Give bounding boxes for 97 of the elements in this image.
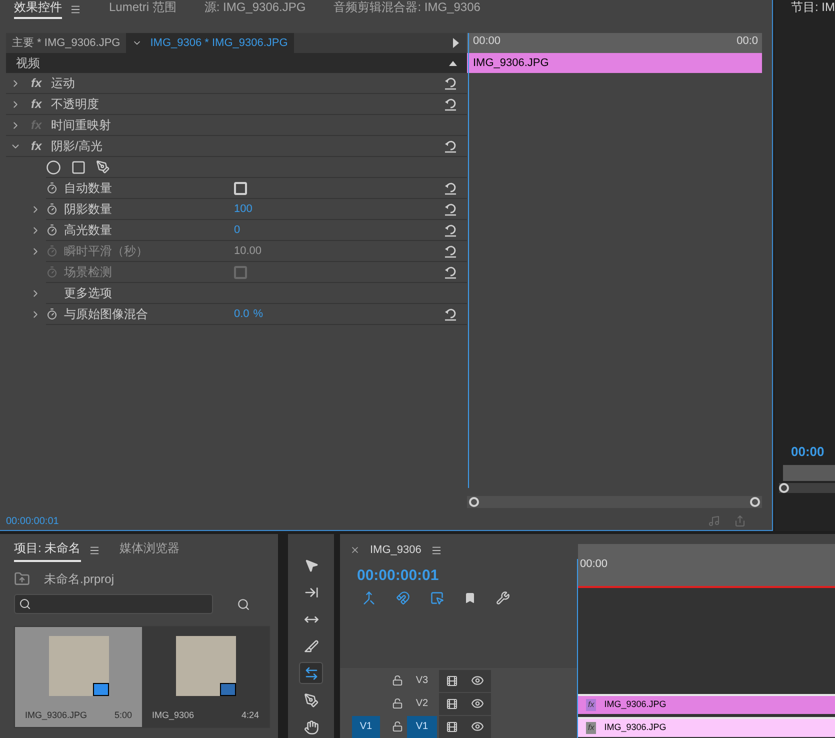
pen-mask-icon[interactable] bbox=[96, 160, 110, 174]
effect-label: 运动 bbox=[51, 75, 76, 92]
search-bin-icon[interactable] bbox=[237, 598, 250, 610]
clip-name: IMG_9306.JPG bbox=[604, 720, 666, 734]
menu-icon[interactable] bbox=[70, 4, 81, 15]
track-label[interactable]: V2 bbox=[407, 692, 437, 714]
param-label: 瞬时平滑（秒） bbox=[64, 243, 149, 260]
reset-icon[interactable] bbox=[444, 98, 457, 110]
timecode: 00:00 bbox=[791, 442, 826, 460]
eye-icon[interactable] bbox=[471, 697, 484, 710]
timecode: 00:00:00:01 bbox=[6, 514, 60, 528]
clip-tab[interactable]: 主要 * IMG_9306.JPG bbox=[6, 33, 126, 53]
timeline-clip[interactable]: fx IMG_9306.JPG bbox=[578, 694, 835, 714]
toggle-output-icon[interactable] bbox=[446, 674, 458, 686]
search-icon bbox=[19, 598, 31, 610]
marker-icon[interactable] bbox=[464, 592, 476, 604]
item-name: IMG_9306 bbox=[152, 709, 194, 722]
ellipse-mask-icon[interactable] bbox=[46, 160, 61, 174]
timeline-clip[interactable]: fx IMG_9306.JPG bbox=[578, 716, 835, 736]
panel-tab[interactable]: 效果控件 bbox=[14, 0, 62, 19]
close-icon[interactable] bbox=[350, 545, 360, 556]
param-label: 与原始图像混合 bbox=[64, 306, 149, 323]
source-patch[interactable]: V1 bbox=[352, 716, 380, 738]
reset-icon[interactable] bbox=[444, 266, 457, 278]
clip-name: IMG_9306.JPG bbox=[604, 698, 666, 711]
ruler-label: 00:0 bbox=[736, 34, 758, 49]
fx-badge: fx bbox=[586, 722, 596, 734]
lock-icon[interactable] bbox=[392, 698, 403, 709]
folder-up-icon[interactable] bbox=[14, 571, 30, 587]
stopwatch-icon[interactable] bbox=[46, 203, 58, 215]
effect-label: 不透明度 bbox=[51, 96, 100, 113]
lock-icon[interactable] bbox=[392, 675, 403, 686]
param-label: 高光数量 bbox=[64, 222, 113, 239]
effect-label: 时间重映射 bbox=[51, 117, 112, 134]
scroll-handle-icon[interactable] bbox=[779, 483, 789, 493]
collapse-triangle-icon[interactable] bbox=[449, 60, 457, 66]
reset-icon[interactable] bbox=[444, 308, 457, 320]
stopwatch-icon[interactable] bbox=[46, 224, 58, 236]
panel-tab[interactable]: 源: IMG_9306.JPG bbox=[204, 0, 306, 19]
fx-badge[interactable]: fx bbox=[31, 95, 51, 113]
eye-icon[interactable] bbox=[471, 674, 484, 687]
scroll-bar[interactable] bbox=[467, 496, 762, 508]
fx-badge[interactable]: fx bbox=[31, 137, 51, 155]
reset-icon[interactable] bbox=[444, 140, 457, 152]
stopwatch-icon[interactable] bbox=[46, 308, 58, 320]
reset-icon[interactable] bbox=[444, 202, 457, 216]
sequence-tab[interactable]: IMG_9306 bbox=[370, 542, 422, 558]
item-duration: 5:00 bbox=[114, 709, 132, 722]
param-value[interactable]: 100 bbox=[234, 200, 252, 218]
item-duration: 4:24 bbox=[241, 709, 259, 722]
reset-icon[interactable] bbox=[444, 244, 457, 258]
param-label: 更多选项 bbox=[64, 285, 113, 302]
linked-selection-icon[interactable] bbox=[430, 591, 444, 605]
panel-tab[interactable]: Lumetri 范围 bbox=[109, 0, 176, 19]
ruler-label: 00:00 bbox=[473, 34, 501, 49]
panel-tab[interactable]: 节目: IM bbox=[791, 0, 835, 14]
fx-badge[interactable]: fx bbox=[31, 74, 51, 92]
scroll-handle-icon[interactable] bbox=[469, 497, 479, 507]
menu-icon[interactable] bbox=[88, 545, 100, 556]
section-header: 视频 bbox=[6, 53, 467, 73]
toggle-output-icon[interactable] bbox=[446, 720, 458, 732]
track-label[interactable]: V3 bbox=[407, 670, 437, 692]
stopwatch-icon[interactable] bbox=[46, 182, 58, 194]
search-field[interactable] bbox=[14, 594, 213, 614]
wrench-icon[interactable] bbox=[496, 591, 510, 605]
param-label: 阴影数量 bbox=[64, 201, 113, 218]
magnet-icon[interactable] bbox=[396, 591, 410, 605]
param-value[interactable]: 0.0 % bbox=[234, 306, 264, 322]
reset-icon[interactable] bbox=[444, 182, 457, 194]
reset-icon[interactable] bbox=[444, 224, 457, 236]
clip-bar[interactable]: IMG_9306.JPG bbox=[467, 53, 762, 73]
item-name: IMG_9306.JPG bbox=[25, 709, 88, 722]
reset-icon[interactable] bbox=[444, 76, 457, 90]
param-label: 自动数量 bbox=[64, 180, 113, 197]
rectangle-mask-icon[interactable] bbox=[71, 160, 86, 174]
insert-sequence-icon[interactable] bbox=[362, 591, 376, 605]
project-file-name: 未命名.prproj bbox=[44, 571, 114, 588]
timecode: 00:00:00:01 bbox=[357, 566, 440, 586]
fx-badge: fx bbox=[586, 698, 596, 710]
panel-tab[interactable]: 项目: 未命名 bbox=[14, 539, 81, 562]
lock-icon[interactable] bbox=[392, 721, 403, 732]
ruler-label: 00:00 bbox=[580, 557, 608, 572]
menu-icon[interactable] bbox=[431, 544, 442, 556]
param-label: 场景检测 bbox=[64, 264, 113, 281]
media-item[interactable]: IMG_9306.JPG 5:00 bbox=[15, 627, 142, 727]
effect-label: 阴影/高光 bbox=[51, 138, 104, 155]
scroll-handle-icon[interactable] bbox=[750, 497, 760, 507]
panel-tab[interactable]: 音频剪辑混合器: IMG_9306 bbox=[334, 0, 480, 19]
param-value[interactable]: 0 bbox=[234, 222, 240, 238]
toggle-output-icon[interactable] bbox=[446, 698, 458, 710]
eye-icon[interactable] bbox=[471, 720, 484, 733]
slip-icon[interactable] bbox=[299, 662, 323, 684]
time-ruler bbox=[783, 465, 835, 481]
panel-tab[interactable]: 媒体浏览器 bbox=[120, 539, 180, 562]
track-label[interactable]: V1 bbox=[407, 716, 437, 738]
scroll-bar[interactable] bbox=[779, 483, 835, 493]
clip-tab[interactable]: IMG_9306 * IMG_9306.JPG bbox=[126, 33, 294, 53]
